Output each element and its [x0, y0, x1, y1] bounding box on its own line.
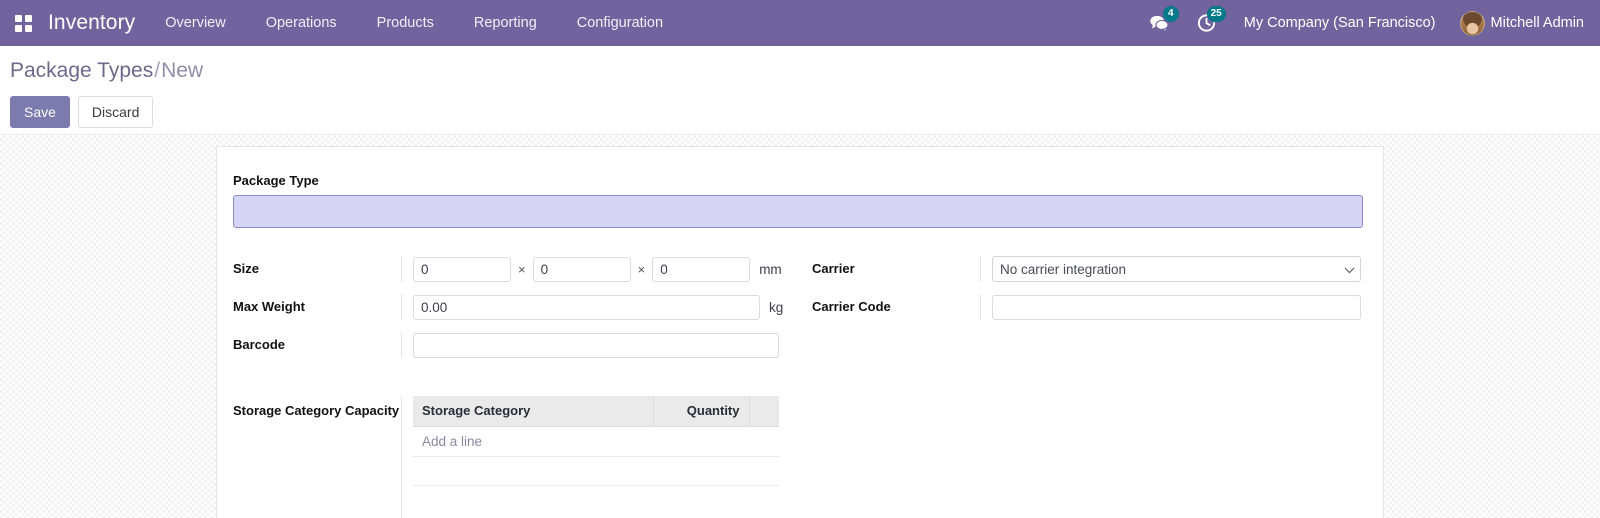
form-columns: Size × × mm Max Weight kg — [233, 256, 1363, 370]
table-filler-cell — [413, 501, 779, 518]
user-menu[interactable]: Mitchell Admin — [1450, 10, 1588, 36]
add-line-row[interactable]: Add a line — [413, 426, 779, 457]
table-gap-row — [413, 485, 779, 501]
company-switcher[interactable]: My Company (San Francisco) — [1230, 0, 1450, 46]
storage-category-capacity-table: Storage Category Quantity Add a line — [413, 396, 779, 518]
activities-button[interactable]: 25 — [1183, 0, 1230, 46]
breadcrumb: Package Types/New — [10, 58, 1600, 84]
form-content-area: Package Type Size × × mm Max — [0, 135, 1600, 518]
breadcrumb-package-types[interactable]: Package Types — [10, 59, 153, 82]
max-weight-field: kg — [401, 294, 783, 320]
apps-menu-button[interactable] — [0, 0, 46, 46]
storage-category-capacity-label: Storage Category Capacity — [233, 403, 400, 418]
carrier-select[interactable]: No carrier integration — [992, 256, 1361, 282]
carrier-select-wrapper: No carrier integration — [992, 256, 1361, 282]
table-filler-cell — [413, 456, 779, 486]
breadcrumb-separator: / — [154, 59, 161, 82]
field-row-carrier-code: Carrier Code — [812, 294, 1363, 320]
carrier-code-label: Carrier Code — [812, 299, 891, 314]
menu-item-configuration[interactable]: Configuration — [557, 0, 683, 46]
table-body: Add a line — [413, 426, 779, 518]
package-type-input[interactable] — [233, 195, 1363, 228]
max-weight-unit-kg: kg — [769, 299, 784, 315]
add-a-line-link[interactable]: Add a line — [413, 426, 779, 457]
size-width-input[interactable] — [532, 256, 631, 282]
barcode-input[interactable] — [413, 332, 779, 358]
record-buttons: Save Discard — [10, 96, 1600, 128]
navbar-systray: 4 25 My Company (San Francisco) Mitchell… — [1136, 0, 1588, 46]
field-row-carrier: Carrier No carrier integration — [812, 256, 1363, 282]
table-head: Storage Category Quantity — [413, 396, 779, 427]
menu-item-products[interactable]: Products — [357, 0, 454, 46]
carrier-field: No carrier integration — [980, 256, 1363, 282]
carrier-label: Carrier — [812, 261, 855, 276]
app-brand-inventory[interactable]: Inventory — [46, 11, 145, 35]
column-header-quantity[interactable]: Quantity — [653, 396, 750, 427]
size-height-input[interactable] — [652, 256, 751, 282]
table-filler-row — [413, 501, 779, 518]
barcode-label: Barcode — [233, 337, 286, 352]
breadcrumb-current: New — [161, 59, 204, 82]
size-separator-2: × — [637, 261, 646, 277]
size-separator-1: × — [518, 261, 526, 277]
storage-category-capacity-table-holder: Storage Category Quantity Add a line — [401, 396, 1363, 518]
package-type-label: Package Type — [233, 173, 319, 188]
table-gap-cell — [413, 485, 779, 501]
activities-badge: 25 — [1206, 6, 1226, 22]
top-navbar: Inventory Overview Operations Products R… — [0, 0, 1600, 46]
storage-category-capacity-section: Storage Category Capacity Storage Catego… — [233, 396, 1363, 518]
save-button[interactable]: Save — [10, 96, 70, 128]
field-row-max-weight: Max Weight kg — [233, 294, 783, 320]
column-header-controls — [749, 396, 779, 427]
size-length-input[interactable] — [413, 256, 511, 282]
menu-item-reporting[interactable]: Reporting — [454, 0, 557, 46]
barcode-field — [401, 332, 782, 358]
discard-button[interactable]: Discard — [77, 96, 154, 128]
table-header-row: Storage Category Quantity — [413, 396, 779, 427]
size-fields: × × mm — [401, 256, 782, 282]
max-weight-input[interactable] — [413, 294, 760, 320]
max-weight-label: Max Weight — [233, 299, 305, 314]
form-column-right: Carrier No carrier integration Carrier C… — [798, 256, 1363, 370]
messages-badge: 4 — [1162, 6, 1179, 22]
control-panel: Package Types/New Save Discard — [0, 46, 1600, 135]
avatar — [1459, 10, 1485, 36]
menu-item-overview[interactable]: Overview — [145, 0, 245, 46]
form-column-left: Size × × mm Max Weight kg — [233, 256, 798, 370]
carrier-code-input[interactable] — [992, 294, 1361, 320]
apps-grid-icon — [14, 14, 32, 32]
column-header-storage-category[interactable]: Storage Category — [413, 396, 654, 427]
form-sheet: Package Type Size × × mm Max — [216, 146, 1384, 518]
size-label: Size — [233, 261, 260, 276]
carrier-code-field — [980, 294, 1363, 320]
field-row-size: Size × × mm — [233, 256, 782, 282]
field-row-barcode: Barcode — [233, 332, 782, 358]
messages-button[interactable]: 4 — [1136, 0, 1183, 46]
main-menu: Overview Operations Products Reporting C… — [145, 0, 683, 46]
user-name: Mitchell Admin — [1490, 15, 1584, 31]
menu-item-operations[interactable]: Operations — [246, 0, 357, 46]
size-unit-mm: mm — [759, 261, 782, 277]
table-filler-row — [413, 456, 779, 486]
